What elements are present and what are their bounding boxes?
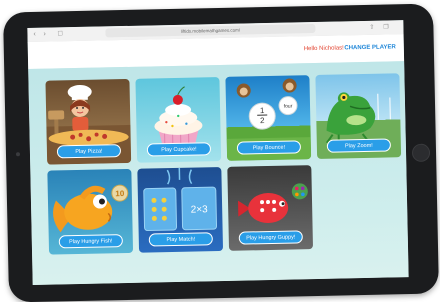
tabs-icon[interactable]: ❐ — [383, 23, 389, 31]
change-player-link[interactable]: CHANGE PLAYER — [344, 44, 396, 51]
play-match-button[interactable]: Play Match! — [149, 232, 213, 246]
address-bar[interactable]: liftids.mobilemathgames.com/ — [105, 24, 315, 37]
game-card-match[interactable]: 2×3 Play Match! — [137, 167, 223, 253]
play-hungry-fish-button[interactable]: Play Hungry Fish! — [59, 234, 123, 248]
ipad-frame: ‹ › ☐ liftids.mobilemathgames.com/ ⇧ ❐ H… — [3, 4, 439, 302]
play-zoom-button[interactable]: Play Zoom! — [327, 138, 391, 152]
forward-icon[interactable]: › — [43, 31, 46, 39]
bookmarks-icon[interactable]: ☐ — [57, 30, 63, 38]
screen: ‹ › ☐ liftids.mobilemathgames.com/ ⇧ ❐ H… — [27, 20, 408, 285]
fraction-denominator: 2 — [260, 116, 265, 125]
game-card-hungry-fish[interactable]: 10 Play Hungry Fish! — [47, 169, 133, 255]
greeting-text: Hello Nicholas! — [304, 45, 344, 52]
play-pizza-button[interactable]: Play Pizza! — [57, 144, 121, 158]
game-card-pizza[interactable]: Play Pizza! — [45, 79, 131, 165]
share-icon[interactable]: ⇧ — [369, 24, 374, 32]
fish-number-badge: 10 — [115, 189, 125, 198]
play-bounce-button[interactable]: Play Bounce! — [237, 140, 301, 154]
back-icon[interactable]: ‹ — [33, 31, 36, 39]
play-hungry-guppy-button[interactable]: Play Hungry Guppy! — [239, 230, 303, 244]
game-card-zoom[interactable]: Play Zoom! — [315, 73, 401, 159]
game-grid: Play Pizza! Play Cupcake! — [28, 61, 408, 285]
play-cupcake-button[interactable]: Play Cupcake! — [147, 142, 211, 156]
fraction-numerator: 1 — [260, 106, 265, 115]
game-card-hungry-guppy[interactable]: Play Hungry Guppy! — [227, 165, 313, 251]
home-button[interactable] — [412, 144, 430, 162]
game-card-cupcake[interactable]: Play Cupcake! — [135, 77, 221, 163]
game-card-bounce[interactable]: 1 2 four Play Bounce! — [225, 75, 311, 161]
ball-word: four — [284, 103, 293, 109]
camera-icon — [16, 152, 20, 156]
match-expression: 2×3 — [191, 204, 209, 215]
